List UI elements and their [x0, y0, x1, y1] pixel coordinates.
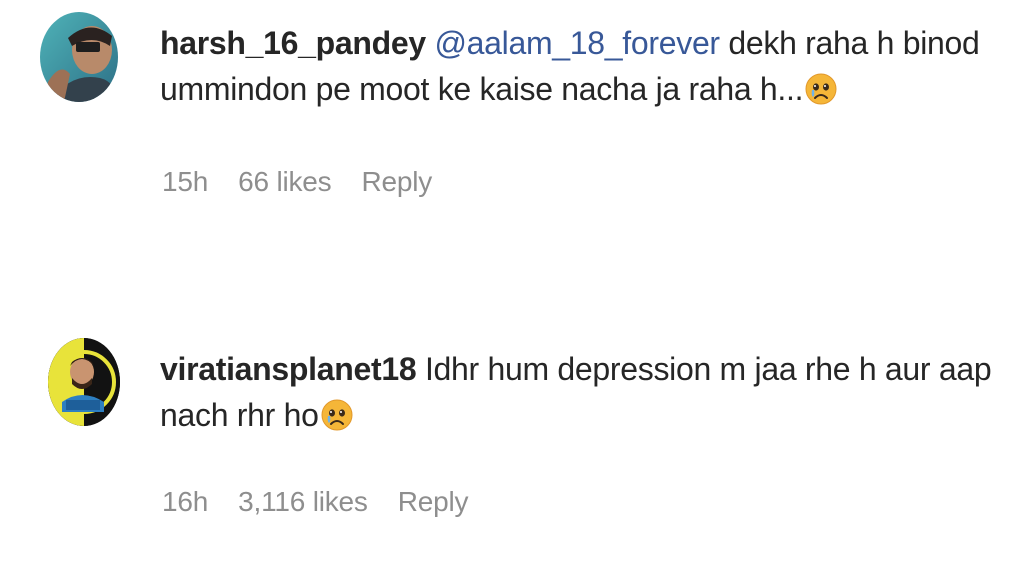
likes-count[interactable]: 66 likes [238, 165, 332, 199]
reply-button[interactable]: Reply [361, 165, 432, 199]
comment-meta: 16h 3,116 likes Reply [162, 485, 498, 519]
comment-body-line2: ummindon pe moot ke kaise nacha ja raha … [160, 71, 804, 107]
mention-link[interactable]: @aalam_18_forever [434, 25, 720, 61]
comment-timestamp: 15h [162, 166, 209, 197]
comment-username[interactable]: viratiansplanet18 [160, 351, 417, 387]
reply-button[interactable]: Reply [398, 485, 469, 519]
sad-emoji-icon [321, 399, 353, 431]
comment-text: viratiansplanet18 Idhr hum depression m … [160, 346, 1000, 438]
comment-body-line1: dekh raha h binod [719, 25, 980, 61]
comment-text: harsh_16_pandey @aalam_18_forever dekh r… [160, 20, 1000, 112]
comment-username[interactable]: harsh_16_pandey [160, 25, 426, 61]
avatar[interactable] [40, 12, 118, 102]
comment-timestamp: 16h [162, 486, 209, 517]
comment-body-line2: nach rhr ho [160, 397, 319, 433]
comment-meta: 15h 66 likes Reply [162, 165, 462, 199]
sad-emoji-icon [805, 73, 837, 105]
comment-body-line1: Idhr hum depression m jaa rhe h aur aap [416, 351, 992, 387]
avatar[interactable] [48, 338, 120, 426]
likes-count[interactable]: 3,116 likes [238, 485, 368, 519]
